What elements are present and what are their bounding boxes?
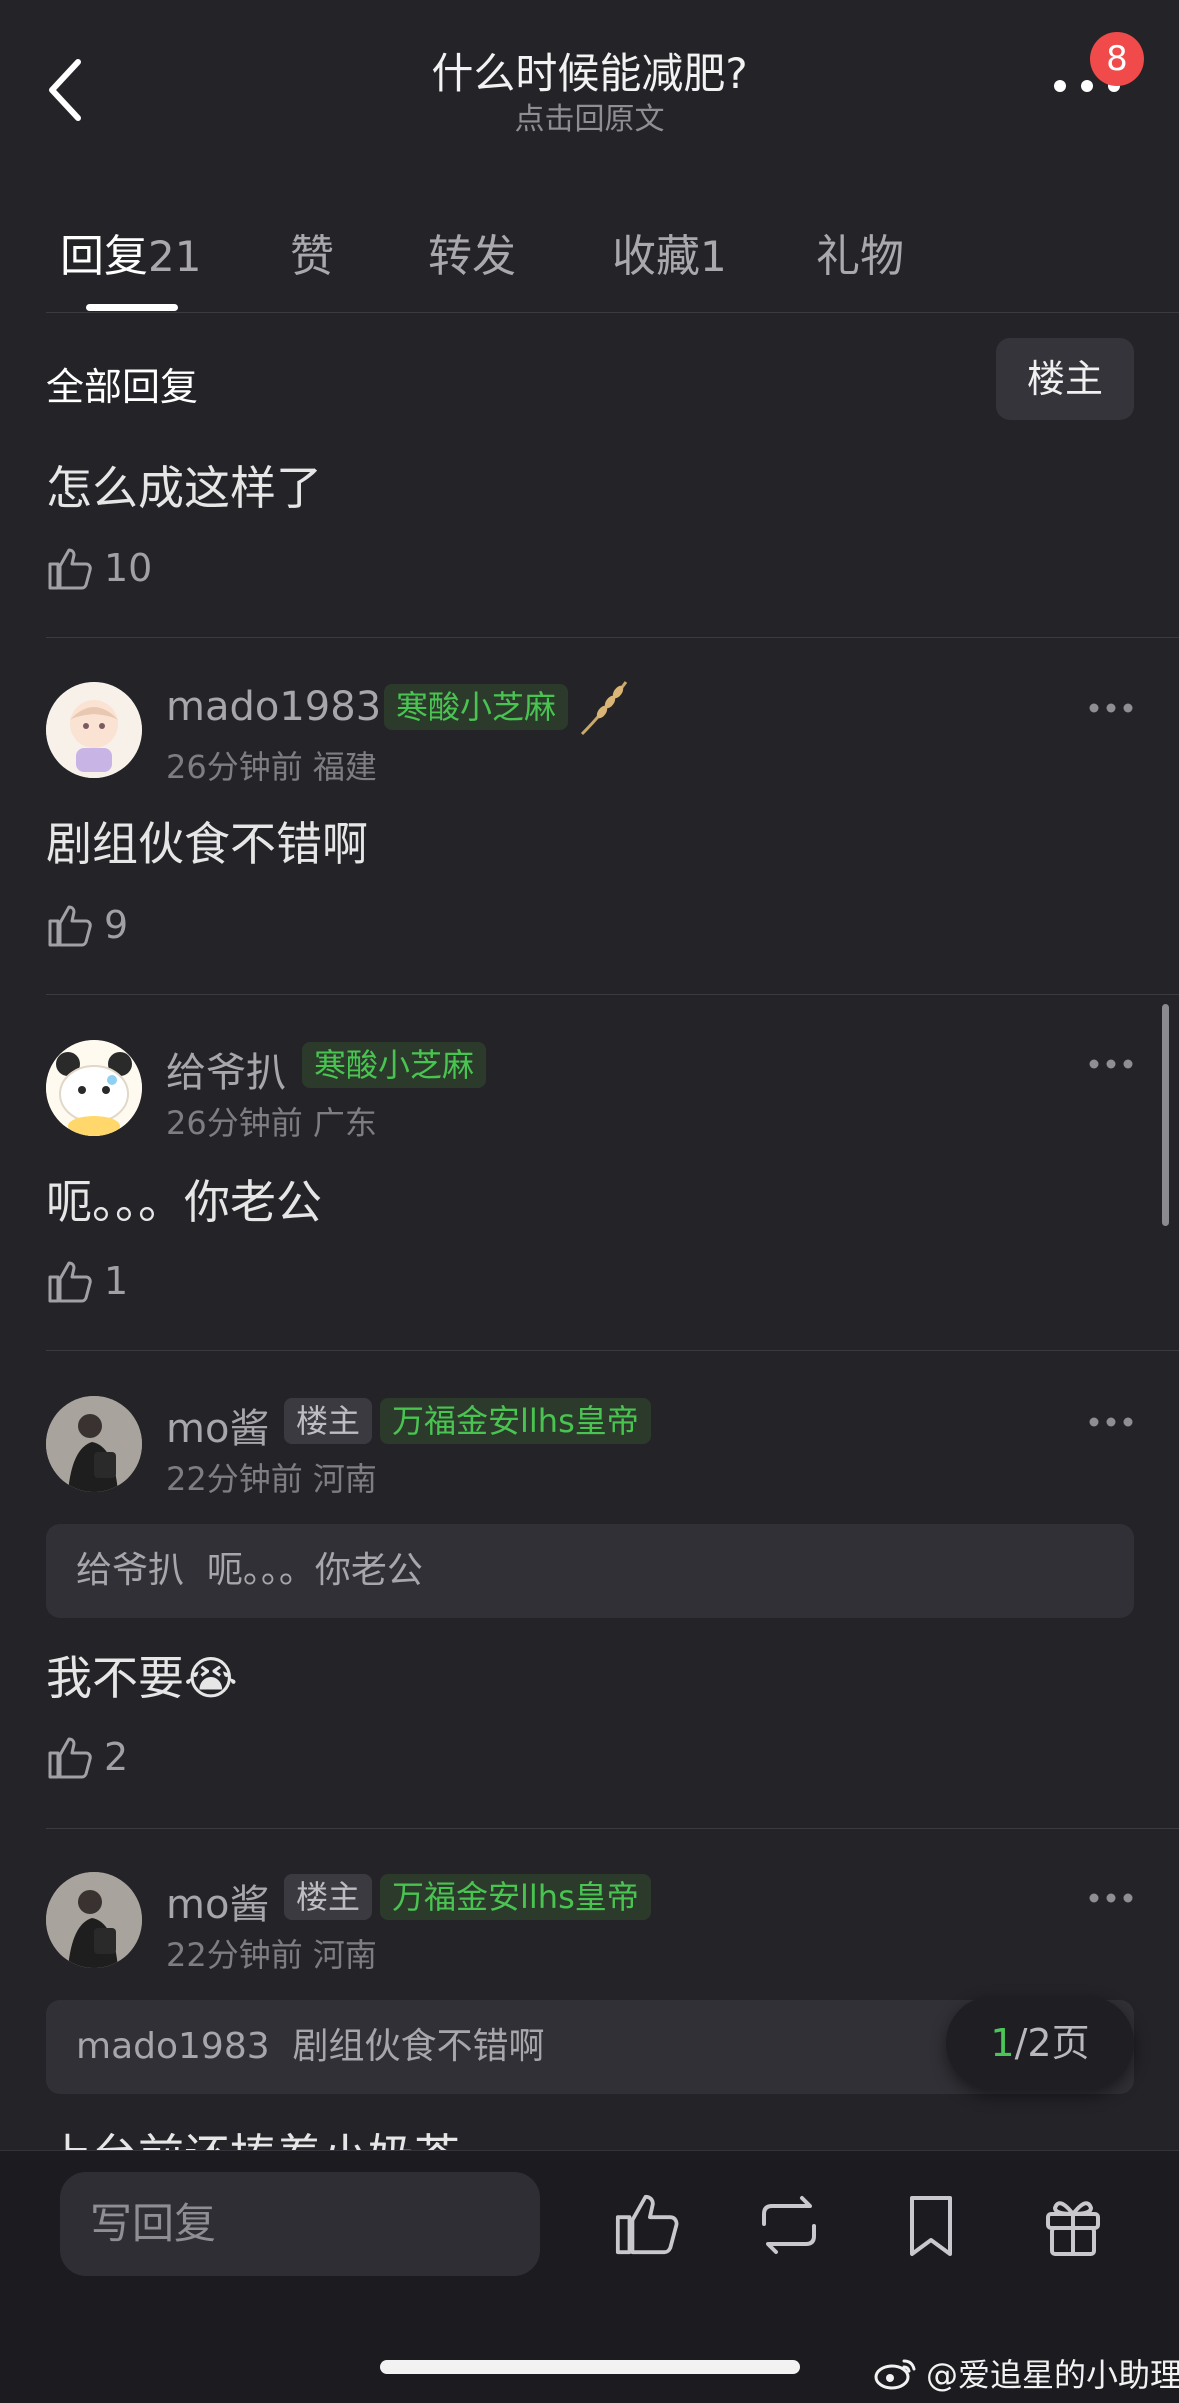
active-tab-indicator <box>86 304 178 311</box>
comment-text: 呃。。。你老公 <box>46 1175 322 1229</box>
avatar-girl-illustration <box>46 682 142 778</box>
username[interactable]: mo酱 <box>166 1872 269 1930</box>
quote-user: 给爷扒 <box>76 1550 185 1591</box>
tab-label: 转发 <box>428 231 516 282</box>
tab-label: 收藏 <box>612 231 700 282</box>
comment-text: 我不要😭 <box>46 1642 238 1708</box>
page-indicator[interactable]: 1/2页 <box>946 1996 1134 2090</box>
divider <box>46 1350 1179 1351</box>
avatar[interactable] <box>46 1872 142 1968</box>
more-horizontal-icon <box>1089 1893 1133 1903</box>
divider <box>46 1828 1179 1829</box>
like-count: 1 <box>104 1259 129 1303</box>
username[interactable]: mo酱 <box>166 1396 269 1454</box>
all-replies-label: 全部回复 <box>46 365 199 409</box>
watermark-text: @爱追星的小助理 <box>926 2356 1179 2394</box>
divider <box>46 637 1179 638</box>
tab-replies[interactable]: 回复21 <box>60 220 201 284</box>
comment-more-button[interactable] <box>1088 700 1134 714</box>
quoted-reply-text: 给爷扒 呃。。。你老公 <box>76 1524 423 1618</box>
tab-label: 赞 <box>290 231 334 282</box>
thumbs-up-icon <box>48 1737 92 1779</box>
fan-badge: 寒酸小芝麻 <box>384 684 569 730</box>
more-horizontal-icon <box>1089 1059 1133 1069</box>
avatar[interactable] <box>46 1396 142 1492</box>
like-count: 10 <box>104 546 153 590</box>
crying-emoji: 😭 <box>184 1651 238 1705</box>
like-icon[interactable] <box>612 2188 682 2258</box>
quoted-reply-text: mado1983 剧组伙食不错啊 <box>76 2000 545 2094</box>
like-button[interactable]: 2 <box>46 1732 128 1782</box>
quote-user: mado1983 <box>76 2026 270 2067</box>
fan-badge: 万福金安llhs皇帝 <box>380 1874 651 1920</box>
avatar[interactable] <box>46 1040 142 1136</box>
watermark: @爱追星的小助理 <box>874 2350 1179 2396</box>
thumbs-up-icon <box>48 548 92 590</box>
op-tag: 楼主 <box>284 1874 373 1920</box>
repost-icon[interactable] <box>754 2190 824 2260</box>
tab-count: 21 <box>148 232 202 281</box>
write-reply-input[interactable]: 写回复 <box>60 2172 540 2276</box>
tab-likes[interactable]: 赞 <box>290 220 334 284</box>
more-horizontal-icon <box>1089 1417 1133 1427</box>
like-count: 9 <box>104 903 129 947</box>
weibo-logo-icon <box>874 2359 916 2390</box>
tab-gifts[interactable]: 礼物 <box>816 220 904 284</box>
tab-favorites[interactable]: 收藏1 <box>612 220 727 284</box>
page-title: 什么时候能减肥? <box>431 49 748 98</box>
avatar-photo <box>46 1396 142 1492</box>
avatar-photo <box>46 1872 142 1968</box>
home-indicator[interactable] <box>380 2360 800 2374</box>
like-button[interactable]: 9 <box>46 900 128 950</box>
divider <box>46 312 1179 313</box>
comment-body: 我不要 <box>46 1651 184 1705</box>
like-button[interactable]: 1 <box>46 1256 128 1306</box>
avatar-panda-illustration <box>46 1040 142 1136</box>
comment-meta: 22分钟前 河南 <box>166 1936 377 1974</box>
quoted-reply[interactable]: 给爷扒 呃。。。你老公 <box>46 1524 1134 1618</box>
notification-badge: 8 <box>1090 32 1144 86</box>
comment-text: 剧组伙食不错啊 <box>46 817 368 871</box>
bookmark-icon[interactable] <box>896 2190 966 2260</box>
like-count: 2 <box>104 1735 129 1779</box>
scrollbar[interactable] <box>1162 1004 1169 1226</box>
comment-meta: 26分钟前 福建 <box>166 748 377 786</box>
fan-badge: 寒酸小芝麻 <box>302 1042 487 1088</box>
tab-reposts[interactable]: 转发 <box>428 220 516 284</box>
like-button[interactable]: 10 <box>46 543 152 593</box>
comment-more-button[interactable] <box>1088 1890 1134 1904</box>
tab-label: 礼物 <box>816 231 904 282</box>
thumbs-up-icon <box>48 905 92 947</box>
page-total: /2页 <box>1014 2021 1090 2065</box>
tab-count: 1 <box>700 232 727 281</box>
comment-meta: 22分钟前 河南 <box>166 1460 377 1498</box>
tab-label: 回复 <box>60 231 148 282</box>
fan-badge: 万福金安llhs皇帝 <box>380 1398 651 1444</box>
op-tag: 楼主 <box>284 1398 373 1444</box>
gift-icon[interactable] <box>1038 2190 1108 2260</box>
more-horizontal-icon <box>1089 703 1133 713</box>
avatar[interactable] <box>46 682 142 778</box>
wheat-icon <box>578 676 634 742</box>
current-page: 1 <box>990 2021 1015 2065</box>
quote-text: 剧组伙食不错啊 <box>292 2026 545 2067</box>
op-only-button[interactable]: 楼主 <box>996 338 1134 420</box>
username[interactable]: mado1983 <box>166 684 381 730</box>
thumbs-up-icon <box>48 1261 92 1303</box>
comment-more-button[interactable] <box>1088 1056 1134 1070</box>
back-to-original-link[interactable]: 点击回原文 <box>0 94 1179 138</box>
divider <box>46 994 1179 995</box>
quote-text: 呃。。。你老公 <box>206 1550 423 1591</box>
comment-text: 怎么成这样了 <box>46 461 322 515</box>
username[interactable]: 给爷扒 <box>166 1040 286 1098</box>
comment-meta: 26分钟前 广东 <box>166 1104 377 1142</box>
write-reply-placeholder: 写回复 <box>90 2199 217 2248</box>
comment-more-button[interactable] <box>1088 1414 1134 1428</box>
